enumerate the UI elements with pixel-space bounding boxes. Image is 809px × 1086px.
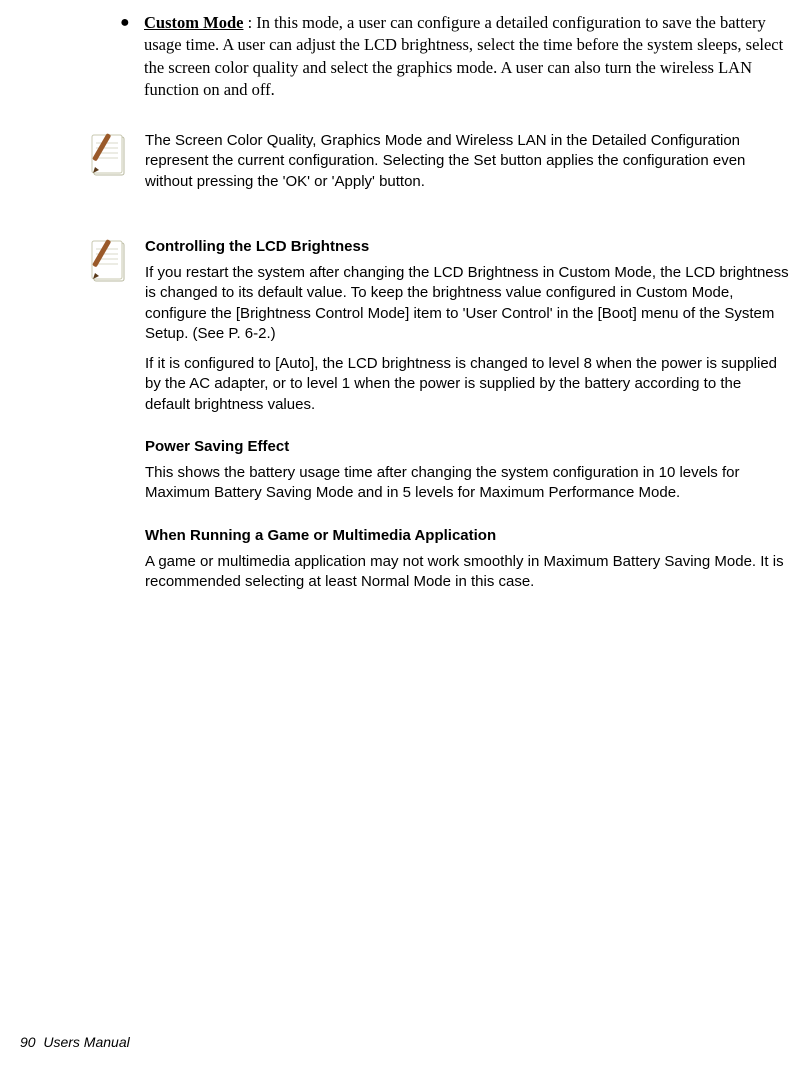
- bullet-marker: ●: [120, 12, 144, 101]
- heading-game-multimedia: When Running a Game or Multimedia Applic…: [145, 526, 789, 546]
- section-lcd-brightness: Controlling the LCD Brightness If you re…: [145, 237, 789, 415]
- note-text-2: Controlling the LCD Brightness If you re…: [145, 237, 789, 615]
- bullet-body: Custom Mode : In this mode, a user can c…: [144, 12, 789, 101]
- paragraph: If you restart the system after changing…: [145, 263, 789, 344]
- heading-lcd-brightness: Controlling the LCD Brightness: [145, 237, 789, 257]
- paragraph: If it is configured to [Auto], the LCD b…: [145, 354, 789, 415]
- note-block-2: Controlling the LCD Brightness If you re…: [90, 237, 789, 615]
- footer-title: Users Manual: [43, 1034, 129, 1050]
- bullet-custom-mode: ● Custom Mode : In this mode, a user can…: [120, 12, 789, 101]
- note-block-1: The Screen Color Quality, Graphics Mode …: [90, 131, 789, 202]
- heading-power-saving: Power Saving Effect: [145, 437, 789, 457]
- note-paragraph: The Screen Color Quality, Graphics Mode …: [145, 131, 789, 192]
- note-text-1: The Screen Color Quality, Graphics Mode …: [145, 131, 789, 202]
- paragraph: A game or multimedia application may not…: [145, 552, 789, 593]
- section-game-multimedia: When Running a Game or Multimedia Applic…: [145, 526, 789, 593]
- section-power-saving: Power Saving Effect This shows the batte…: [145, 437, 789, 504]
- note-icon: [90, 237, 145, 615]
- paragraph: This shows the battery usage time after …: [145, 463, 789, 504]
- page-number: 90: [20, 1034, 36, 1050]
- bullet-label: Custom Mode: [144, 13, 243, 32]
- note-icon: [90, 131, 145, 202]
- page-footer: 90 Users Manual: [20, 1033, 130, 1052]
